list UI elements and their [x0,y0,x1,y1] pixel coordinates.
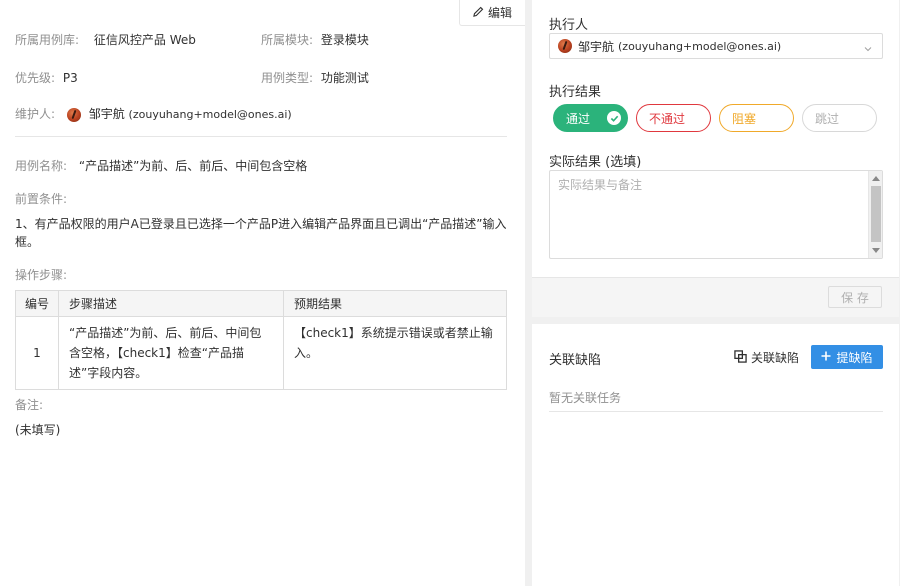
precondition-value: 1、有产品权限的用户A已登录且已选择一个产品P进入编辑产品界面且已调出“产品描述… [15,217,507,249]
table-row: 1 “产品描述”为前、后、前后、中间包含空格，【check1】检查“产品描述”字… [15,316,507,390]
link-defect-button[interactable]: 关联缺陷 [734,349,799,366]
divider [15,136,507,137]
module-label: 所属模块: [261,33,314,47]
executor-label: 执行人 [549,18,589,33]
executor-select[interactable]: 邹宇航 (zouyuhang+model@ones.ai) [549,33,883,59]
step-expected: 【check1】系统提示错误或者禁止输入。 [283,316,507,390]
scroll-down-icon[interactable] [872,248,880,253]
type-field: 用例类型: 功能测试 [261,69,369,86]
result-pass-label: 通过 [566,111,591,126]
avatar [558,39,572,53]
executor-name: 邹宇航 [578,39,615,54]
library-label: 所属用例库: [15,33,80,47]
step-desc: “产品描述”为前、后、前后、中间包含空格，【check1】检查“产品描述”字段内… [58,316,284,390]
edit-label: 编辑 [487,6,512,20]
maintainer-field: 维护人: 邹宇航 (zouyuhang+model@ones.ai) [15,105,292,122]
result-fail-label: 不通过 [649,111,686,126]
save-bar: 保 存 [532,277,899,317]
actual-result-placeholder: 实际结果与备注 [558,178,643,192]
scrollbar[interactable] [868,171,882,258]
priority-value: P3 [62,71,78,85]
actual-result-label: 实际结果 (选填) [549,155,642,170]
empty-defects-text: 暂无关联任务 [549,384,883,412]
result-options: 通过 不通过 阻塞 跳过 [553,104,877,132]
remark-value: (未填写) [15,423,61,437]
defects-label: 关联缺陷 [549,353,602,368]
result-fail-button[interactable]: 不通过 [636,104,711,132]
actual-result-input[interactable]: 实际结果与备注 [549,170,883,259]
defects-panel: 关联缺陷 关联缺陷 提缺陷 暂无关联任务 [532,324,899,586]
add-defect-button[interactable]: 提缺陷 [811,345,883,369]
chevron-down-icon [864,42,872,52]
executor-email: (zouyuhang+model@ones.ai) [618,39,782,53]
plus-icon [821,350,831,364]
type-value: 功能测试 [320,71,369,85]
avatar [66,107,81,122]
priority-label: 优先级: [15,71,56,85]
link-icon [734,349,747,366]
col-header-num: 编号 [15,290,59,317]
case-name-label: 用例名称: [15,159,68,173]
scroll-up-icon[interactable] [872,176,880,181]
library-value: 征信风控产品 Web [93,33,196,47]
case-name-field: 用例名称: “产品描述”为前、后、前后、中间包含空格 [15,157,307,174]
result-block-label: 阻塞 [732,111,757,126]
pencil-icon [473,6,484,20]
step-num: 1 [15,316,59,390]
add-defect-label: 提缺陷 [836,350,873,365]
check-icon [607,111,621,125]
execution-panel: 执行人 邹宇航 (zouyuhang+model@ones.ai) 执行结果 通… [532,0,899,277]
edit-button[interactable]: 编辑 [459,0,525,26]
link-defect-label: 关联缺陷 [751,351,800,365]
maintainer-email: (zouyuhang+model@ones.ai) [128,108,292,121]
case-detail-pane: 编辑 所属用例库: 征信风控产品 Web 所属模块: 登录模块 优先级: P3 … [0,0,525,586]
result-skip-label: 跳过 [815,111,840,126]
col-header-desc: 步骤描述 [58,290,284,317]
result-label: 执行结果 [549,85,602,100]
module-value: 登录模块 [320,33,369,47]
type-label: 用例类型: [261,71,314,85]
maintainer-label: 维护人: [15,107,56,121]
priority-field: 优先级: P3 [15,69,78,86]
maintainer-name: 邹宇航 [88,107,125,121]
result-skip-button[interactable]: 跳过 [802,104,877,132]
case-name-value: “产品描述”为前、后、前后、中间包含空格 [78,159,308,173]
remark-label: 备注: [15,398,44,412]
library-field: 所属用例库: 征信风控产品 Web [15,31,196,48]
scroll-thumb[interactable] [871,186,881,242]
save-button[interactable]: 保 存 [828,286,882,308]
result-block-button[interactable]: 阻塞 [719,104,794,132]
module-field: 所属模块: 登录模块 [261,31,369,48]
steps-label: 操作步骤: [15,268,68,282]
col-header-expected: 预期结果 [283,290,507,317]
steps-header-row: 编号 步骤描述 预期结果 [15,290,507,317]
steps-table: 编号 步骤描述 预期结果 1 “产品描述”为前、后、前后、中间包含空格，【che… [15,290,507,390]
precondition-label: 前置条件: [15,192,68,206]
result-pass-button[interactable]: 通过 [553,104,628,132]
